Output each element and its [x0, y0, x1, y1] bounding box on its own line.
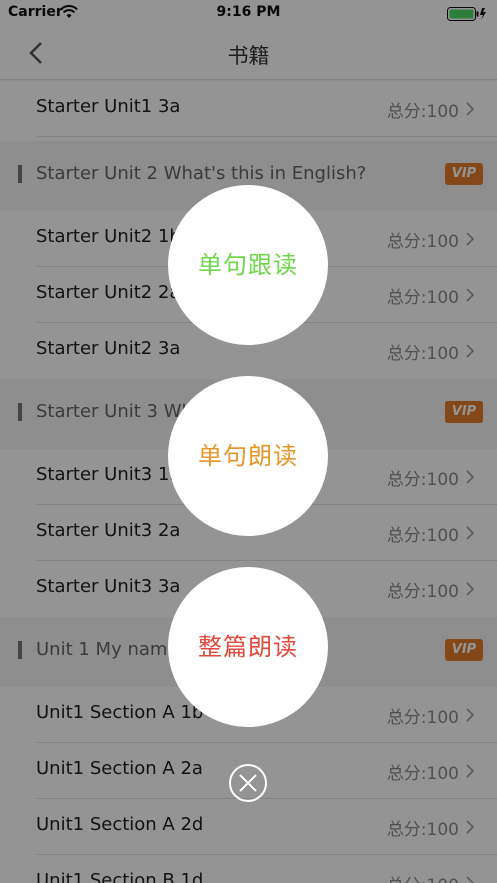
sentence-read-button[interactable]: 单句朗读	[168, 376, 328, 536]
sentence-read-label: 单句朗读	[198, 442, 298, 470]
follow-read-button[interactable]: 单句跟读	[168, 185, 328, 345]
full-read-label: 整篇朗读	[198, 633, 298, 661]
close-circle-icon	[229, 764, 267, 802]
close-button[interactable]	[228, 763, 268, 803]
follow-read-label: 单句跟读	[198, 251, 298, 279]
full-read-button[interactable]: 整篇朗读	[168, 567, 328, 727]
